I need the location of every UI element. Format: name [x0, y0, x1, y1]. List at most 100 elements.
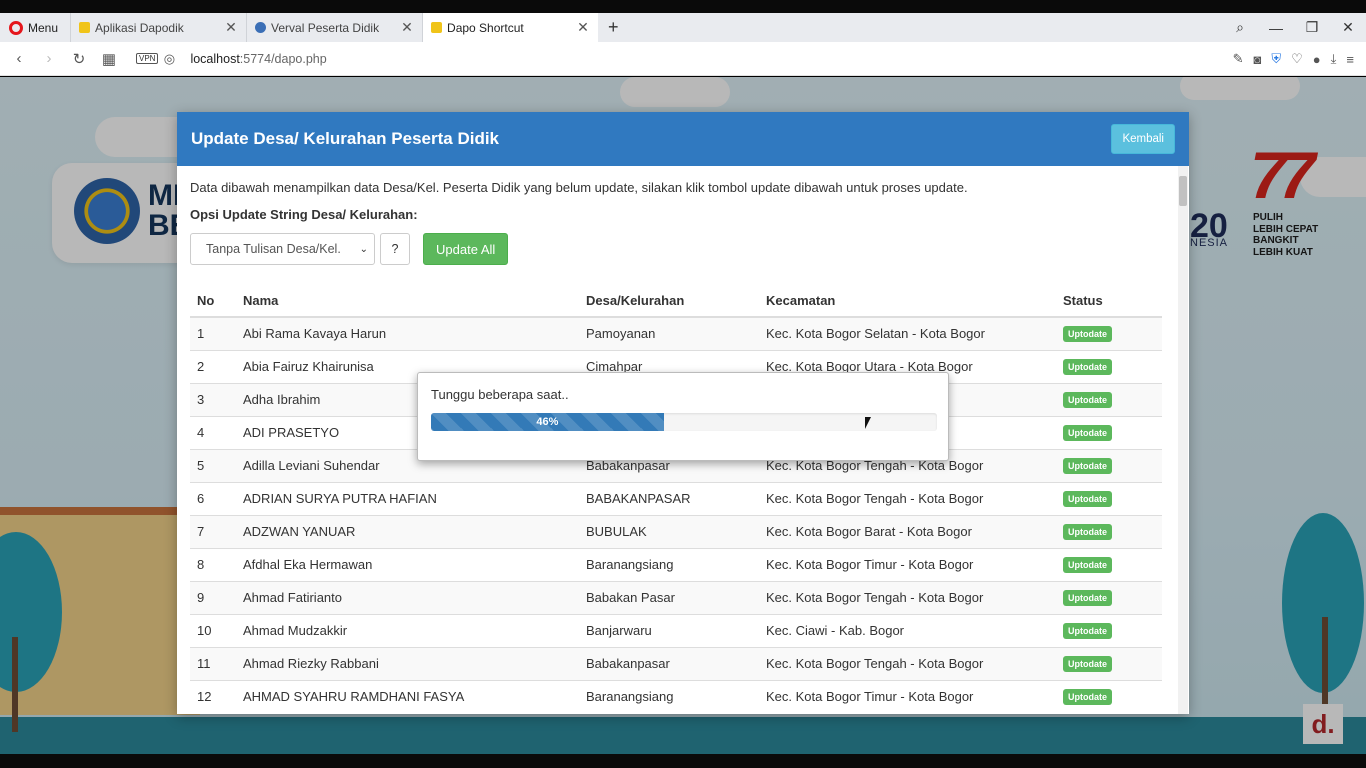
- cell-status: Uptodate: [1056, 580, 1162, 614]
- cell-desa: BUBULAK: [579, 514, 759, 548]
- close-tab-icon[interactable]: ✕: [576, 19, 590, 36]
- shield-icon[interactable]: ⛨: [1271, 51, 1281, 67]
- close-tab-icon[interactable]: ✕: [224, 19, 238, 36]
- peserta-didik-table: No Nama Desa/Kelurahan Kecamatan Status …: [190, 285, 1162, 713]
- opera-logo-icon: [9, 20, 23, 35]
- browser-menu-label: Menu: [28, 20, 59, 35]
- panel-scrollbar[interactable]: [1178, 166, 1188, 714]
- browser-menu-button[interactable]: Menu: [0, 13, 70, 42]
- heart-icon[interactable]: ♡: [1291, 51, 1303, 67]
- cell-nama: AHMAD SYAHRU RAMDHANI FASYA: [236, 679, 579, 713]
- status-badge: Uptodate: [1063, 359, 1112, 375]
- url-field[interactable]: localhost:5774/dapo.php: [190, 52, 326, 66]
- tab-dapo-shortcut[interactable]: Dapo Shortcut ✕: [422, 13, 599, 42]
- tab-title: Verval Peserta Didik: [271, 20, 380, 35]
- cell-nama: Ahmad Fatirianto: [236, 580, 579, 614]
- search-tabs-icon[interactable]: ⌕: [1222, 19, 1258, 36]
- cell-status: Uptodate: [1056, 514, 1162, 548]
- tab-aplikasi-dapodik[interactable]: Aplikasi Dapodik ✕: [70, 13, 246, 42]
- column-header-nama: Nama: [236, 285, 579, 318]
- download-icon[interactable]: ⤓: [1331, 51, 1337, 67]
- camera-icon[interactable]: ◙: [1254, 52, 1262, 67]
- cell-no: 2: [190, 349, 236, 383]
- progress-track: 46%: [431, 413, 937, 431]
- back-icon[interactable]: ‹: [4, 50, 34, 67]
- cell-nama: Afdhal Eka Hermawan: [236, 547, 579, 581]
- globe-favicon-icon: [255, 22, 267, 33]
- status-badge: Uptodate: [1063, 458, 1112, 474]
- cell-no: 9: [190, 580, 236, 614]
- cell-desa: Banjarwaru: [579, 613, 759, 647]
- cell-no: 5: [190, 448, 236, 482]
- window-top-edge: [0, 0, 1366, 13]
- address-bar: ‹ › ↻ ▦ VPN ◎ localhost:5774/dapo.php ✎ …: [0, 42, 1366, 76]
- cell-desa: Babakan Pasar: [579, 580, 759, 614]
- table-row: 11 Ahmad Riezky Rabbani Babakanpasar Kec. K…: [190, 646, 1162, 680]
- url-path: :5774/dapo.php: [239, 51, 327, 66]
- close-tab-icon[interactable]: ✕: [400, 19, 414, 36]
- cell-no: 7: [190, 514, 236, 548]
- tab-grid-icon[interactable]: ▦: [94, 50, 124, 68]
- column-header-desa: Desa/Kelurahan: [579, 285, 759, 318]
- panel-description: Data dibawah menampilkan data Desa/Kel. …: [190, 180, 968, 195]
- status-badge: Uptodate: [1063, 590, 1112, 606]
- close-window-icon[interactable]: ✕: [1330, 19, 1366, 36]
- vpn-badge[interactable]: VPN: [136, 53, 159, 64]
- table-row: 6 ADRIAN SURYA PUTRA HAFIAN BABAKANPASAR Ke…: [190, 481, 1162, 515]
- cell-desa: Baranangsiang: [579, 547, 759, 581]
- progress-bar: 46%: [431, 413, 664, 431]
- cell-desa: Baranangsiang: [579, 679, 759, 713]
- globe-icon[interactable]: ◎: [158, 51, 180, 67]
- table-header-row: No Nama Desa/Kelurahan Kecamatan Status: [190, 285, 1162, 318]
- cell-kecamatan: Kec. Ciawi - Kab. Bogor: [759, 613, 1056, 647]
- scrollbar-thumb[interactable]: [1179, 176, 1187, 206]
- window-controls: ⌕ — ❐ ✕: [1222, 13, 1366, 42]
- cell-nama: Ahmad Riezky Rabbani: [236, 646, 579, 680]
- update-all-button[interactable]: Update All: [423, 233, 509, 265]
- edit-icon[interactable]: ✎: [1233, 51, 1244, 67]
- status-badge: Uptodate: [1063, 425, 1112, 441]
- address-bar-actions: ✎ ◙ ⛨ ♡ ● ⤓ ≡: [1233, 42, 1354, 76]
- update-option-select[interactable]: Tanpa Tulisan Desa/Kel. ⌄: [190, 233, 375, 265]
- status-badge: Uptodate: [1063, 491, 1112, 507]
- restore-icon[interactable]: ❐: [1294, 19, 1330, 36]
- forward-icon[interactable]: ›: [34, 50, 64, 67]
- settings-sliders-icon[interactable]: ≡: [1346, 52, 1354, 67]
- mouse-cursor-icon: [865, 417, 871, 429]
- help-button[interactable]: ?: [380, 233, 410, 265]
- browser-tab-bar: Menu Aplikasi Dapodik ✕ Verval Peserta D…: [0, 13, 1366, 42]
- cell-no: 10: [190, 613, 236, 647]
- chevron-down-icon: ⌄: [359, 243, 368, 255]
- cell-no: 6: [190, 481, 236, 515]
- window-bottom-edge: [0, 754, 1366, 768]
- column-header-status: Status: [1056, 285, 1162, 318]
- cell-status: Uptodate: [1056, 481, 1162, 515]
- status-badge: Uptodate: [1063, 656, 1112, 672]
- tab-verval-peserta-didik[interactable]: Verval Peserta Didik ✕: [246, 13, 422, 42]
- cell-no: 8: [190, 547, 236, 581]
- update-controls: Tanpa Tulisan Desa/Kel. ⌄ ? Update All: [190, 233, 1162, 265]
- tab-title: Aplikasi Dapodik: [95, 20, 184, 35]
- reload-icon[interactable]: ↻: [64, 50, 94, 68]
- status-badge: Uptodate: [1063, 557, 1112, 573]
- cell-nama: Ahmad Mudzakkir: [236, 613, 579, 647]
- tab-title: Dapo Shortcut: [447, 20, 524, 35]
- kembali-button[interactable]: Kembali: [1111, 124, 1175, 154]
- cell-status: Uptodate: [1056, 646, 1162, 680]
- favicon-icon: [431, 22, 443, 33]
- cell-no: 1: [190, 316, 236, 350]
- cell-status: Uptodate: [1056, 547, 1162, 581]
- cell-nama: ADRIAN SURYA PUTRA HAFIAN: [236, 481, 579, 515]
- status-badge: Uptodate: [1063, 689, 1112, 706]
- cell-no: 11: [190, 646, 236, 680]
- table-row: 7 ADZWAN YANUAR BUBULAK Kec. Kota Bogor Bar…: [190, 514, 1162, 548]
- profile-avatar-icon[interactable]: ●: [1313, 52, 1321, 67]
- select-value: Tanpa Tulisan Desa/Kel.: [206, 242, 341, 256]
- cell-nama: ADZWAN YANUAR: [236, 514, 579, 548]
- new-tab-plus-icon[interactable]: +: [598, 17, 629, 38]
- panel-title: Update Desa/ Kelurahan Peserta Didik: [191, 129, 500, 148]
- cell-status: Uptodate: [1056, 613, 1162, 647]
- url-host: localhost: [190, 51, 240, 66]
- minimize-icon[interactable]: —: [1258, 20, 1294, 36]
- table-row: 12 AHMAD SYAHRU RAMDHANI FASYA Baranangsia…: [190, 679, 1162, 713]
